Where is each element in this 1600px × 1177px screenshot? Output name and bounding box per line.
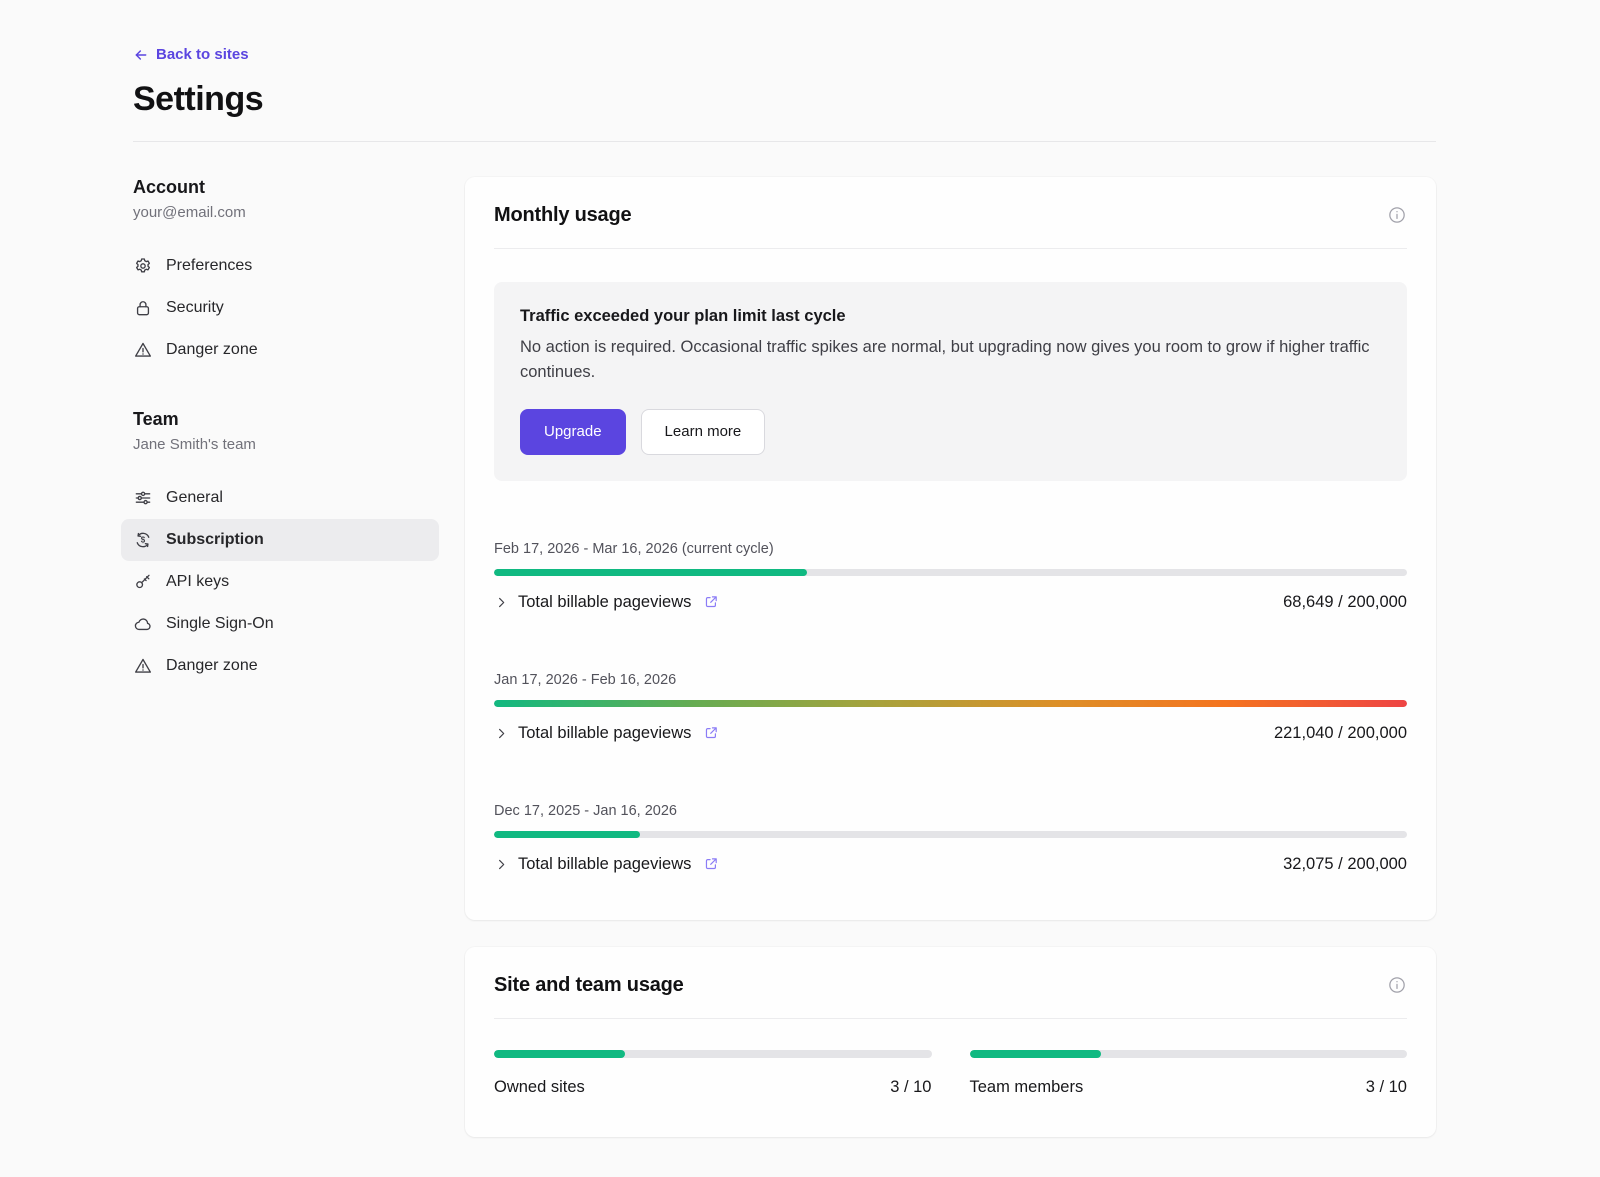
external-link-icon[interactable]	[703, 594, 719, 610]
external-link-icon[interactable]	[703, 725, 719, 741]
settings-sidebar: Account your@email.com Preferences Secur…	[133, 177, 439, 687]
usage-progress-fill-over-limit	[494, 700, 1407, 707]
account-email: your@email.com	[133, 204, 439, 221]
sliders-icon	[133, 488, 153, 508]
meter-label: Owned sites	[494, 1078, 585, 1097]
info-icon	[1387, 975, 1407, 995]
gear-icon	[133, 256, 153, 276]
meter-value: 3 / 10	[890, 1078, 931, 1097]
team-members-meter: Team members 3 / 10	[970, 1050, 1408, 1097]
back-to-sites-link[interactable]: Back to sites	[133, 46, 249, 63]
cloud-icon	[133, 614, 153, 634]
traffic-exceeded-notice: Traffic exceeded your plan limit last cy…	[494, 282, 1407, 481]
sidebar-item-api-keys[interactable]: API keys	[121, 561, 439, 603]
sidebar-item-account-danger-zone[interactable]: Danger zone	[121, 329, 439, 371]
meter-value: 3 / 10	[1366, 1078, 1407, 1097]
usage-progress-track	[494, 700, 1407, 707]
usage-period-previous: Jan 17, 2026 - Feb 16, 2026 Total billab…	[494, 672, 1407, 743]
sidebar-item-team-danger-zone[interactable]: Danger zone	[121, 645, 439, 687]
meter-label: Team members	[970, 1078, 1084, 1097]
team-name: Jane Smith's team	[133, 436, 439, 453]
page-title: Settings	[133, 80, 1436, 119]
owned-sites-meter: Owned sites 3 / 10	[494, 1050, 932, 1097]
billable-pageviews-expander[interactable]: Total billable pageviews	[494, 855, 719, 874]
metric-label: Total billable pageviews	[518, 855, 691, 874]
sidebar-item-preferences[interactable]: Preferences	[121, 245, 439, 287]
billable-pageviews-expander[interactable]: Total billable pageviews	[494, 724, 719, 743]
sidebar-item-label: Danger zone	[166, 341, 258, 359]
site-team-usage-info-button[interactable]	[1387, 975, 1407, 995]
meter-track	[494, 1050, 932, 1058]
monthly-usage-card: Monthly usage Traffic exceeded your plan…	[465, 177, 1436, 920]
sidebar-item-label: Danger zone	[166, 657, 258, 675]
metric-label: Total billable pageviews	[518, 593, 691, 612]
notice-title: Traffic exceeded your plan limit last cy…	[520, 307, 1381, 326]
upgrade-button[interactable]: Upgrade	[520, 409, 626, 455]
monthly-usage-info-button[interactable]	[1387, 205, 1407, 225]
usage-progress-fill	[494, 831, 640, 838]
notice-body: No action is required. Occasional traffi…	[520, 335, 1381, 385]
usage-value: 32,075 / 200,000	[1283, 855, 1407, 874]
site-team-usage-card: Site and team usage Owned sites	[465, 947, 1436, 1137]
warning-icon	[133, 340, 153, 360]
warning-icon	[133, 656, 153, 676]
sidebar-item-single-sign-on[interactable]: Single Sign-On	[121, 603, 439, 645]
team-section-title: Team	[133, 409, 439, 430]
meter-track	[970, 1050, 1408, 1058]
meter-fill	[970, 1050, 1101, 1058]
period-date-range: Jan 17, 2026 - Feb 16, 2026	[494, 672, 1407, 688]
arrow-left-icon	[133, 47, 149, 63]
sidebar-item-label: Preferences	[166, 257, 252, 275]
dollar-refresh-icon	[133, 530, 153, 550]
chevron-right-icon	[494, 595, 509, 610]
sidebar-item-security[interactable]: Security	[121, 287, 439, 329]
billable-pageviews-expander[interactable]: Total billable pageviews	[494, 593, 719, 612]
sidebar-item-subscription[interactable]: Subscription	[121, 519, 439, 561]
info-icon	[1387, 205, 1407, 225]
back-to-sites-label: Back to sites	[156, 46, 249, 63]
site-team-usage-title: Site and team usage	[494, 974, 684, 997]
page-header: Back to sites Settings	[133, 46, 1436, 119]
account-section: Account your@email.com Preferences Secur…	[133, 177, 439, 371]
sidebar-item-label: General	[166, 489, 223, 507]
monthly-usage-title: Monthly usage	[494, 204, 631, 227]
usage-period-older: Dec 17, 2025 - Jan 16, 2026 Total billab…	[494, 803, 1407, 874]
sidebar-item-label: Subscription	[166, 531, 264, 549]
learn-more-button[interactable]: Learn more	[641, 409, 766, 455]
sidebar-item-general[interactable]: General	[121, 477, 439, 519]
team-nav: General Subscription API keys Single Sig…	[121, 477, 439, 687]
account-nav: Preferences Security Danger zone	[121, 245, 439, 371]
external-link-icon[interactable]	[703, 856, 719, 872]
sidebar-item-label: API keys	[166, 573, 229, 591]
usage-value: 68,649 / 200,000	[1283, 593, 1407, 612]
chevron-right-icon	[494, 857, 509, 872]
period-date-range: Feb 17, 2026 - Mar 16, 2026 (current cyc…	[494, 541, 1407, 557]
sidebar-item-label: Single Sign-On	[166, 615, 274, 633]
header-divider	[133, 141, 1436, 142]
usage-value: 221,040 / 200,000	[1274, 724, 1407, 743]
usage-progress-fill	[494, 569, 807, 576]
settings-page: Back to sites Settings Account your@emai…	[0, 0, 1600, 1177]
meter-fill	[494, 1050, 625, 1058]
settings-main: Monthly usage Traffic exceeded your plan…	[465, 177, 1436, 1137]
chevron-right-icon	[494, 726, 509, 741]
account-section-title: Account	[133, 177, 439, 198]
team-section: Team Jane Smith's team General Subscript…	[133, 409, 439, 687]
lock-icon	[133, 298, 153, 318]
key-icon	[133, 572, 153, 592]
period-date-range: Dec 17, 2025 - Jan 16, 2026	[494, 803, 1407, 819]
usage-period-current: Feb 17, 2026 - Mar 16, 2026 (current cyc…	[494, 541, 1407, 612]
metric-label: Total billable pageviews	[518, 724, 691, 743]
usage-progress-track	[494, 831, 1407, 838]
sidebar-item-label: Security	[166, 299, 224, 317]
usage-progress-track	[494, 569, 1407, 576]
